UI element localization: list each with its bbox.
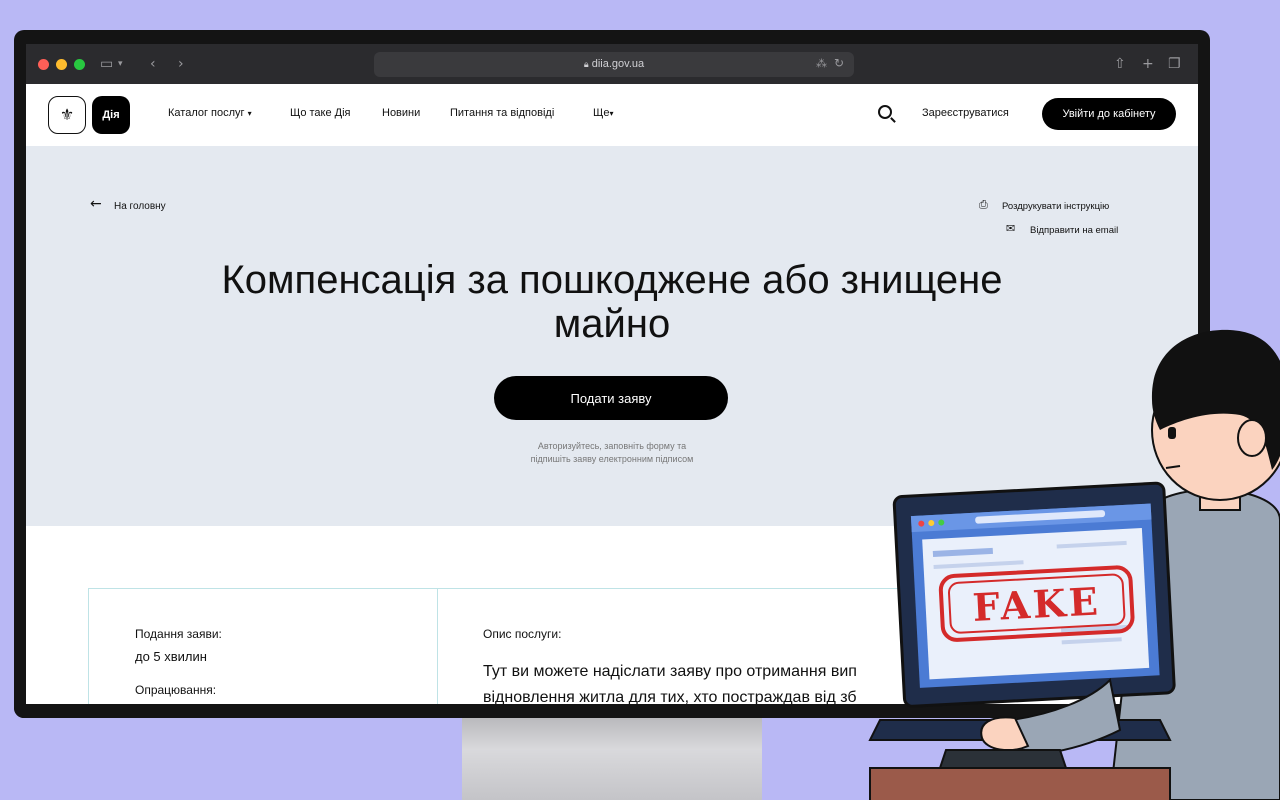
title-line-1: Компенсація за пошкоджене або знищене (221, 258, 1003, 302)
auth-note: Авторизуйтесь, заповніть форму та підпиш… (462, 440, 762, 466)
apply-button[interactable]: Подати заяву (494, 376, 728, 420)
back-home-link[interactable]: На головну (114, 201, 166, 212)
back-icon[interactable]: ‹ (150, 56, 156, 72)
printer-icon: ⎙ (979, 198, 988, 211)
send-email-link[interactable]: Відправити на email (1030, 225, 1118, 236)
print-instruction-link[interactable]: Роздрукувати інструкцію (1002, 201, 1109, 212)
lock-icon: 🔒︎ (583, 60, 589, 70)
sidebar-icon[interactable]: ▭ (100, 56, 113, 72)
browser-toolbar: ▭ ▾ ‹ › 🔒︎ diia.gov.ua ⁂ ↻ ⇧ + ❐ (26, 44, 1198, 84)
maximize-window-button[interactable] (74, 59, 85, 70)
new-tab-icon[interactable]: + (1142, 56, 1154, 72)
auth-note-line-2: підпишіть заяву електронним підписом (530, 454, 694, 464)
person-eye (1168, 427, 1176, 439)
share-icon[interactable]: ⇧ (1114, 56, 1126, 72)
description-line-1: Тут ви можете надіслати заяву про отрима… (483, 663, 857, 680)
person-illustration: FAKE (868, 329, 1280, 800)
chevron-down-icon[interactable]: ▾ (118, 59, 123, 69)
register-link[interactable]: Зареєструватися (922, 107, 1009, 119)
forward-icon[interactable]: › (178, 56, 184, 72)
nav-news[interactable]: Новини (382, 107, 420, 119)
url-text: diia.gov.ua (591, 58, 645, 70)
search-icon[interactable] (878, 105, 892, 119)
nav-catalog[interactable]: Каталог послуг ▾ (168, 107, 252, 119)
description-label: Опис послуги: (483, 627, 562, 641)
nav-faq[interactable]: Питання та відповіді (450, 107, 554, 119)
processing-label: Опрацювання: (135, 683, 217, 697)
nav-more[interactable]: Ще▾ (593, 107, 613, 119)
translate-icon[interactable]: ⁂ (816, 57, 827, 70)
diia-logo[interactable]: Дія (92, 96, 130, 134)
site-header: ⚜ Дія Каталог послуг ▾ Що таке Дія Новин… (26, 84, 1198, 146)
chevron-down-icon: ▾ (247, 109, 252, 118)
submit-time-label: Подання заяви: (135, 627, 222, 641)
service-details-card: Подання заяви: до 5 хвилин Опрацювання: … (88, 588, 928, 709)
person-ear (1237, 419, 1267, 457)
login-button[interactable]: Увійти до кабінету (1042, 98, 1176, 130)
arrow-left-icon[interactable]: ← (90, 196, 102, 212)
auth-note-line-1: Авторизуйтесь, заповніть форму та (537, 441, 687, 451)
mail-icon: ✉ (1006, 222, 1016, 235)
fake-stamp-text: FAKE (971, 578, 1101, 630)
address-bar[interactable]: 🔒︎ diia.gov.ua ⁂ ↻ (374, 52, 854, 77)
tabs-overview-icon[interactable]: ❐ (1168, 56, 1181, 72)
trident-logo-icon[interactable]: ⚜ (48, 96, 86, 134)
divider (437, 589, 438, 709)
monitor-stand (462, 716, 762, 800)
minimize-window-button[interactable] (56, 59, 67, 70)
chevron-down-icon: ▾ (609, 109, 614, 118)
keyboard (938, 749, 1068, 769)
close-window-button[interactable] (38, 59, 49, 70)
reload-icon[interactable]: ↻ (834, 56, 844, 70)
desk (869, 767, 1171, 800)
nav-what-is-diia[interactable]: Що таке Дія (290, 107, 350, 119)
submit-time-value: до 5 хвилин (135, 649, 207, 664)
